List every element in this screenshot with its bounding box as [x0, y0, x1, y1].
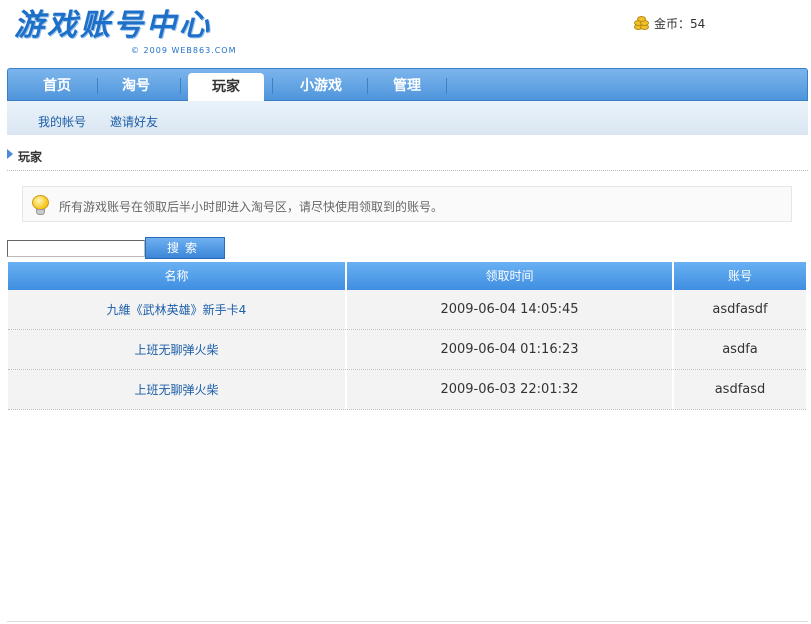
nav-tab-tao[interactable]: 淘号 — [101, 69, 171, 101]
column-header-time: 领取时间 — [347, 262, 674, 290]
nav-tab-admin[interactable]: 管理 — [370, 69, 444, 101]
column-header-account: 账号 — [674, 262, 806, 290]
logo-title: 游戏账号中心 — [14, 8, 212, 43]
table-header: 名称 领取时间 账号 — [8, 262, 806, 290]
notice-text: 所有游戏账号在领取后半小时即进入淘号区，请尽快使用领取到的账号。 — [59, 200, 444, 214]
cell-account: asdfasdf — [674, 290, 806, 329]
triangle-right-icon — [7, 149, 13, 159]
coin-balance: 金币：54 — [632, 14, 705, 32]
nav-tab-player[interactable]: 玩家 — [188, 73, 264, 103]
item-name-link[interactable]: 九維《武林英雄》新手卡4 — [107, 303, 247, 317]
item-name-link[interactable]: 上班无聊弹火柴 — [134, 343, 218, 357]
notice-box: 所有游戏账号在领取后半小时即进入淘号区，请尽快使用领取到的账号。 — [22, 186, 792, 222]
cell-name: 上班无聊弹火柴 — [8, 370, 347, 409]
logo-copyright: © 2009 WEB863.COM — [131, 46, 237, 55]
cell-time: 2009-06-04 01:16:23 — [347, 330, 674, 369]
subnav-invite-friends[interactable]: 邀请好友 — [110, 113, 158, 130]
coin-stack-icon — [632, 14, 650, 32]
accounts-table: 名称 领取时间 账号 九維《武林英雄》新手卡4 2009-06-04 14:05… — [8, 262, 806, 410]
main-nav: 首页 淘号 玩家 小游戏 管理 — [7, 68, 808, 103]
cell-name: 上班无聊弹火柴 — [8, 330, 347, 369]
site-logo[interactable]: 游戏账号中心 © 2009 WEB863.COM — [14, 8, 236, 58]
section-header: 玩家 — [7, 146, 808, 171]
cell-account: asdfa — [674, 330, 806, 369]
nav-divider — [180, 78, 181, 94]
table-row: 上班无聊弹火柴 2009-06-04 01:16:23 asdfa — [8, 330, 806, 370]
nav-divider — [367, 78, 368, 94]
cell-time: 2009-06-03 22:01:32 — [347, 370, 674, 409]
lightbulb-icon — [31, 195, 50, 216]
nav-divider — [272, 78, 273, 94]
coin-label: 金币：54 — [654, 16, 706, 31]
cell-name: 九維《武林英雄》新手卡4 — [8, 290, 347, 329]
table-row: 九維《武林英雄》新手卡4 2009-06-04 14:05:45 asdfasd… — [8, 290, 806, 330]
subnav-my-accounts[interactable]: 我的帐号 — [38, 113, 86, 130]
nav-divider — [446, 78, 447, 94]
search-input[interactable] — [7, 240, 145, 257]
table-row: 上班无聊弹火柴 2009-06-03 22:01:32 asdfasd — [8, 370, 806, 410]
section-title: 玩家 — [18, 150, 43, 164]
nav-tab-minigames[interactable]: 小游戏 — [276, 69, 366, 101]
column-header-name: 名称 — [8, 262, 347, 290]
cell-account: asdfasd — [674, 370, 806, 409]
nav-tab-home[interactable]: 首页 — [22, 69, 92, 101]
cell-time: 2009-06-04 14:05:45 — [347, 290, 674, 329]
nav-divider — [97, 78, 98, 94]
sub-nav: 我的帐号 邀请好友 — [7, 101, 808, 135]
footer-divider — [7, 621, 808, 622]
item-name-link[interactable]: 上班无聊弹火柴 — [134, 383, 218, 397]
search-button[interactable]: 搜索 — [145, 237, 225, 259]
